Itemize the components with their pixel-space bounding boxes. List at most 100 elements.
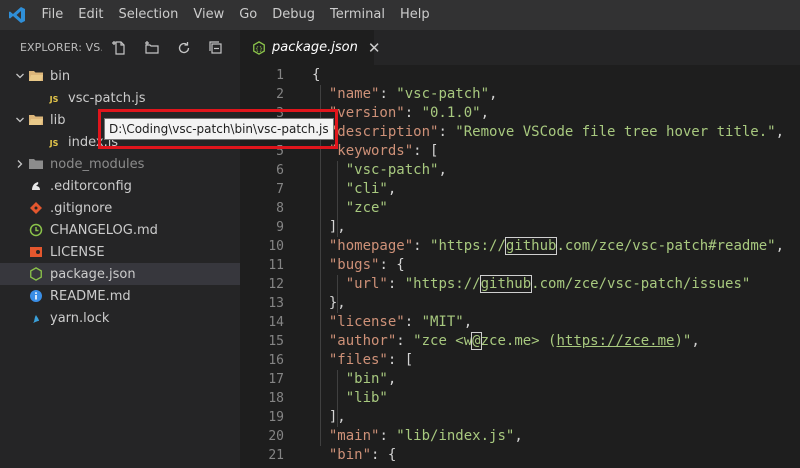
menu-edit[interactable]: Edit bbox=[71, 0, 111, 30]
json-string: "MIT" bbox=[421, 314, 464, 330]
json-key: "version" bbox=[328, 105, 405, 121]
code-text: "vsc-patch", bbox=[312, 161, 447, 180]
tree-item[interactable]: JS vsc-patch.js bbox=[0, 87, 240, 109]
json-string: "lib/index.js" bbox=[396, 428, 515, 444]
json-key: "bin" bbox=[328, 447, 372, 463]
menu-terminal[interactable]: Terminal bbox=[323, 0, 393, 30]
refresh-icon[interactable] bbox=[172, 36, 196, 60]
vscode-logo-icon bbox=[0, 0, 34, 30]
new-file-icon[interactable] bbox=[108, 36, 132, 60]
menu-go[interactable]: Go bbox=[232, 0, 265, 30]
json-string: "vsc-patch" bbox=[396, 86, 490, 102]
title-bar: File Edit Selection View Go Debug Terminal Help bbox=[0, 0, 800, 30]
json-punctuation bbox=[312, 447, 329, 463]
menu-file[interactable]: File bbox=[34, 0, 71, 30]
json-punctuation: , bbox=[480, 105, 490, 121]
chevron-down-icon[interactable] bbox=[12, 65, 28, 87]
json-string: "0.1.0" bbox=[421, 105, 481, 121]
tree-item-label: .gitignore bbox=[50, 200, 113, 216]
code-line: 7 "cli", bbox=[240, 180, 800, 199]
json-punctuation bbox=[312, 428, 329, 444]
tree-item[interactable]: package.json bbox=[0, 263, 240, 285]
tree-item-label: node_modules bbox=[50, 156, 145, 172]
json-key: "description" bbox=[328, 124, 439, 140]
code-line: 10 "homepage": "https://github.com/zce/v… bbox=[240, 237, 800, 256]
code-line: 19 ], bbox=[240, 408, 800, 427]
chevron-down-icon[interactable] bbox=[12, 109, 28, 131]
tree-item-label: lib bbox=[50, 112, 66, 128]
info-icon bbox=[28, 288, 44, 304]
folder-icon bbox=[28, 156, 44, 172]
json-string: "lib" bbox=[345, 390, 388, 406]
tree-item[interactable]: .gitignore bbox=[0, 197, 240, 219]
json-key: "url" bbox=[345, 276, 388, 292]
chevron-right-icon[interactable] bbox=[12, 153, 28, 175]
json-punctuation bbox=[312, 162, 346, 178]
json-punctuation: : bbox=[379, 428, 397, 444]
line-number: 16 bbox=[268, 353, 284, 368]
tree-item[interactable]: bin bbox=[0, 65, 240, 87]
line-number: 20 bbox=[268, 429, 284, 444]
code-text: "bugs": { bbox=[312, 256, 405, 275]
line-number: 8 bbox=[276, 201, 284, 216]
git-icon bbox=[28, 200, 44, 216]
json-string: @ bbox=[471, 332, 482, 350]
new-folder-icon[interactable] bbox=[140, 36, 164, 60]
tree-item-label: README.md bbox=[50, 288, 131, 304]
code-text: "bin", bbox=[312, 370, 397, 389]
tree-item[interactable]: .editorconfig bbox=[0, 175, 240, 197]
tree-item[interactable]: README.md bbox=[0, 285, 240, 307]
json-string: "vsc-patch" bbox=[345, 162, 439, 178]
json-punctuation: , bbox=[387, 371, 397, 387]
tab-label: package.json bbox=[272, 40, 358, 55]
tree-item[interactable]: LICENSE bbox=[0, 241, 240, 263]
code-line: 12 "url": "https://github.com/zce/vsc-pa… bbox=[240, 275, 800, 294]
json-string: zce.me> ( bbox=[480, 333, 557, 349]
code-text: }, bbox=[312, 294, 346, 313]
tree-item[interactable]: yarn.lock bbox=[0, 307, 240, 329]
code-text: { bbox=[312, 66, 320, 85]
code-line: 1{ bbox=[240, 66, 800, 85]
json-punctuation: ], bbox=[312, 219, 346, 235]
json-key: "keywords" bbox=[328, 143, 414, 159]
json-punctuation bbox=[312, 257, 329, 273]
menu-help[interactable]: Help bbox=[392, 0, 437, 30]
code-text: "homepage": "https://github.com/zce/vsc-… bbox=[312, 237, 784, 256]
json-string: "bin" bbox=[345, 371, 388, 387]
json-key: "license" bbox=[328, 314, 405, 330]
menu-view[interactable]: View bbox=[186, 0, 232, 30]
json-string: "Remove VSCode file tree hover title." bbox=[455, 124, 776, 140]
json-punctuation: : [ bbox=[387, 352, 414, 368]
json-string: "zce" bbox=[345, 200, 388, 216]
json-punctuation: : [ bbox=[413, 143, 439, 159]
code-line: 20 "main": "lib/index.js", bbox=[240, 427, 800, 446]
code-text: "author": "zce <w@zce.me> (https://zce.m… bbox=[312, 332, 700, 351]
tree-item[interactable]: node_modules bbox=[0, 153, 240, 175]
collapse-all-icon[interactable] bbox=[204, 36, 228, 60]
javascript-file-icon: JS bbox=[46, 90, 62, 106]
menu-debug[interactable]: Debug bbox=[265, 0, 323, 30]
tree-item-label: LICENSE bbox=[50, 244, 105, 260]
tree-item-label: .editorconfig bbox=[50, 178, 132, 194]
explorer-sidebar: EXPLORER: VS... binJSvsc-patch.jslibJSin… bbox=[0, 30, 240, 468]
json-key: "author" bbox=[328, 333, 397, 349]
json-punctuation: , bbox=[387, 181, 397, 197]
yarn-icon bbox=[28, 310, 44, 326]
json-punctuation: , bbox=[775, 124, 785, 140]
close-icon[interactable]: ✕ bbox=[368, 39, 381, 57]
json-string: "https:// bbox=[404, 276, 481, 292]
code-line: 15 "author": "zce <w@zce.me> (https://zc… bbox=[240, 332, 800, 351]
menu-selection[interactable]: Selection bbox=[111, 0, 186, 30]
json-punctuation bbox=[312, 371, 346, 387]
json-punctuation: , bbox=[775, 238, 785, 254]
explorer-header: EXPLORER: VS... bbox=[0, 30, 240, 65]
json-punctuation bbox=[312, 181, 346, 197]
line-number: 7 bbox=[276, 182, 284, 197]
open-folder-icon bbox=[28, 68, 44, 84]
changelog-icon bbox=[28, 222, 44, 238]
tree-item[interactable]: CHANGELOG.md bbox=[0, 219, 240, 241]
tree-item-label: vsc-patch.js bbox=[68, 90, 146, 106]
json-punctuation: , bbox=[514, 428, 523, 444]
tree-item-label: yarn.lock bbox=[50, 310, 110, 326]
tab-package-json[interactable]: {} package.json ✕ bbox=[240, 30, 380, 65]
